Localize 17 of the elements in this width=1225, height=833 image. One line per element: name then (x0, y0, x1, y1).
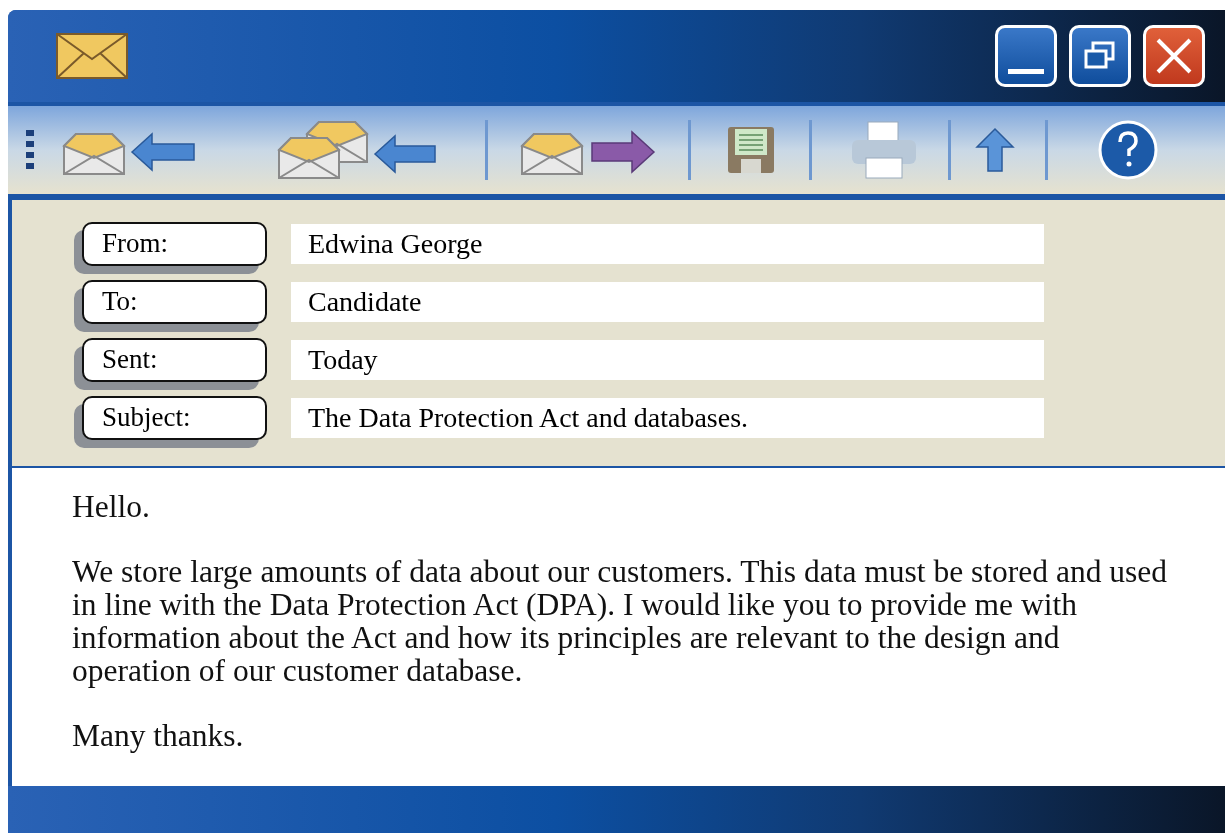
field-value: Today (291, 340, 1044, 380)
field-value: Candidate (291, 282, 1044, 322)
body-paragraph: We store large amounts of data about our customers. This data must be stored and used in line with the Data Protection Act (DPA). I would like you to provide me with information about the Act and how its principles are relevant to the design and operation of our customer database. (72, 555, 1169, 687)
envelope-icon (56, 33, 128, 79)
close-button[interactable] (1143, 25, 1205, 87)
help-button[interactable] (1098, 120, 1158, 180)
field-value: Edwina George (291, 224, 1044, 264)
field-value: The Data Protection Act and databases. (291, 398, 1044, 438)
minimize-icon (1008, 68, 1044, 74)
body-paragraph: Hello. (72, 490, 151, 523)
body-paragraph: Many thanks. (72, 719, 245, 752)
grip-icon (26, 130, 34, 170)
up-arrow-button[interactable] (975, 127, 1015, 173)
save-button[interactable] (727, 126, 775, 174)
restore-button[interactable] (1069, 25, 1131, 87)
reply-all-button[interactable] (277, 118, 437, 182)
minimize-button[interactable] (995, 25, 1057, 87)
